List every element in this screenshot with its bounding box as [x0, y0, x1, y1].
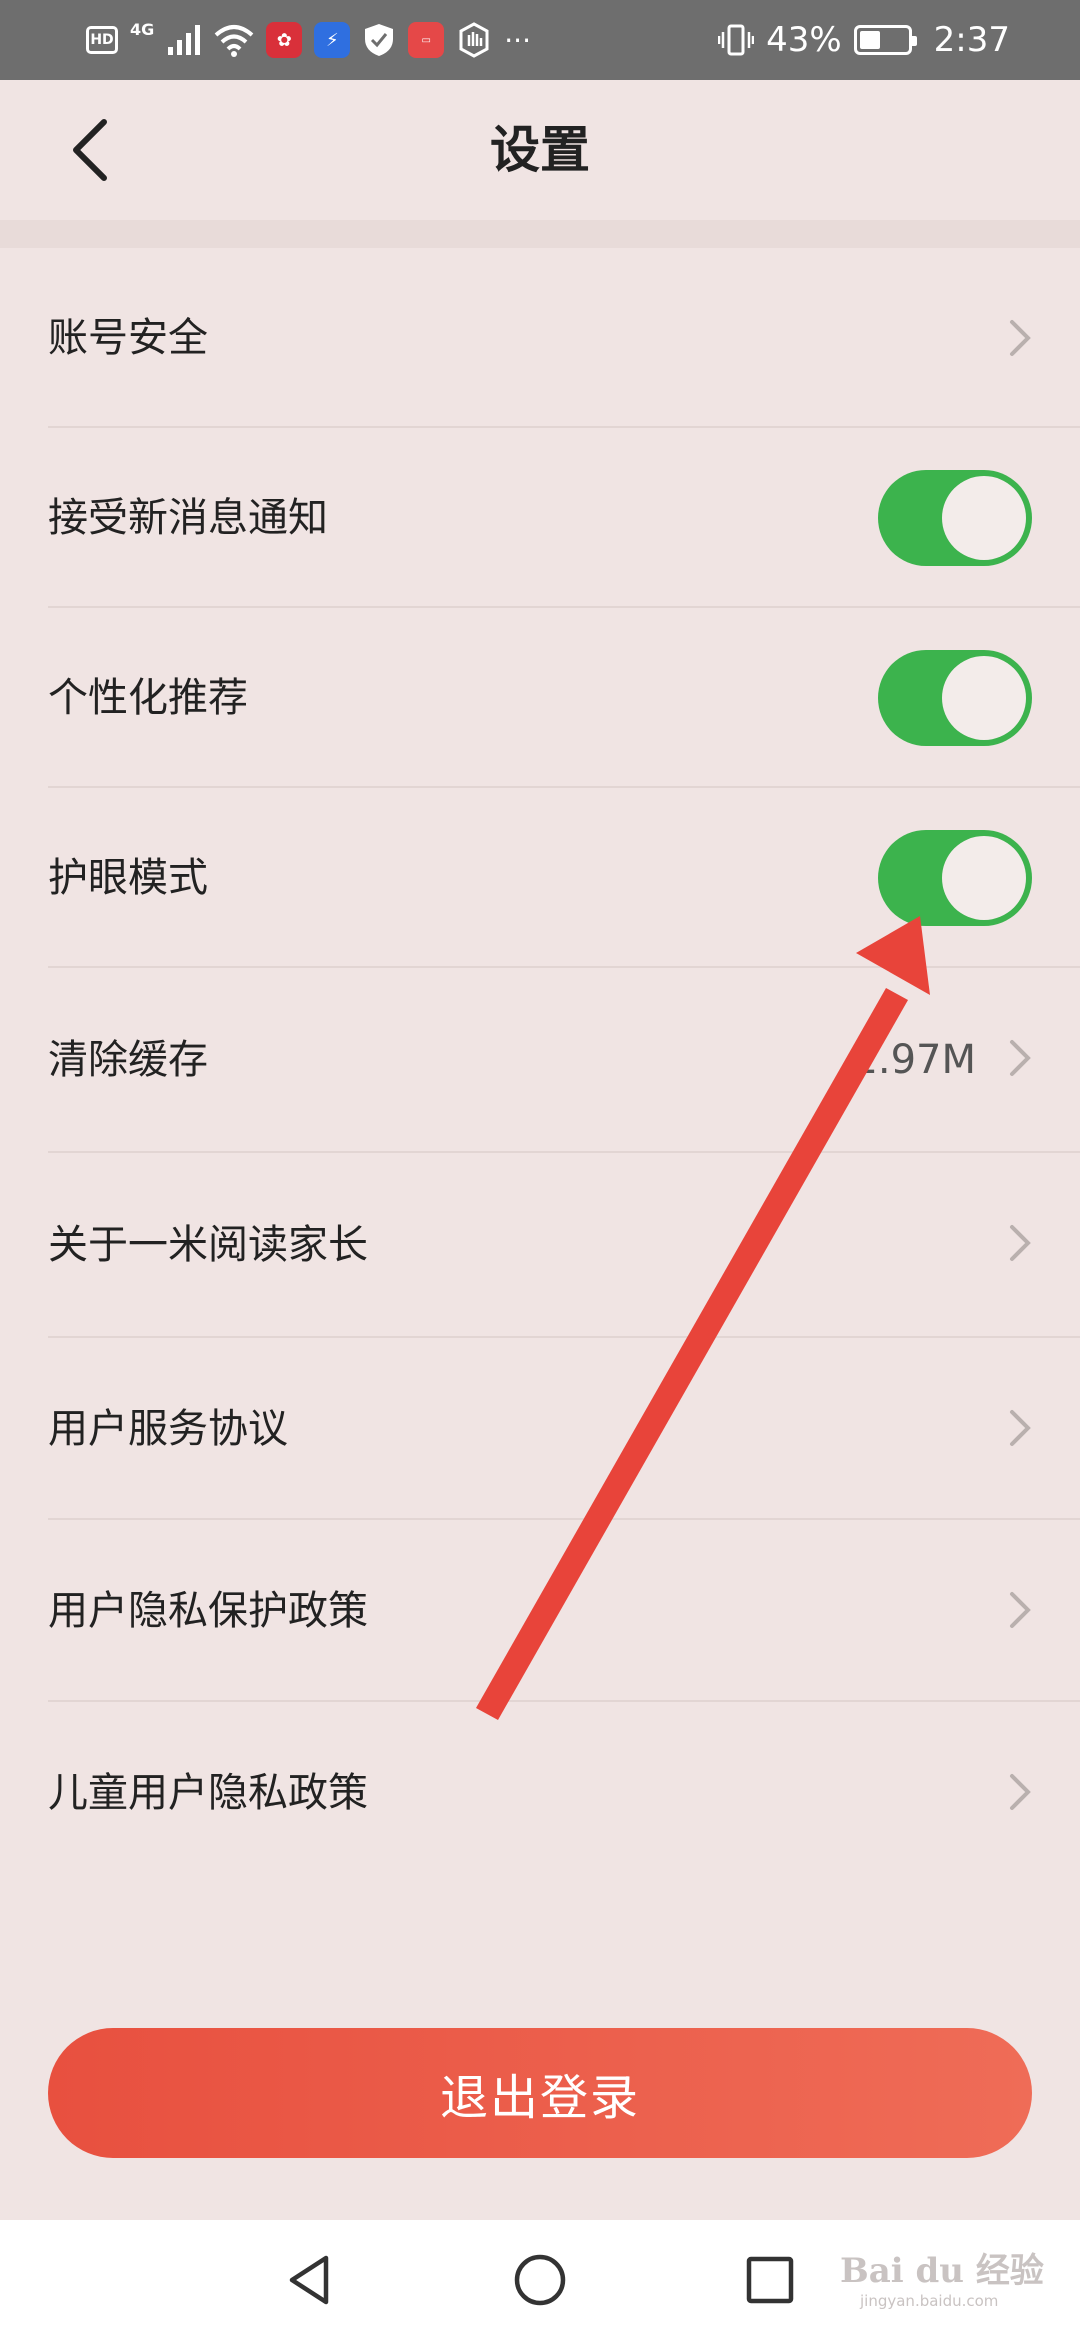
- app-notification-icon-blue: ⚡: [314, 22, 351, 58]
- battery-fill: [859, 31, 880, 49]
- network-type: 4G: [130, 20, 155, 39]
- battery-percent: 43%: [766, 20, 842, 60]
- page-title: 设置: [490, 121, 590, 179]
- settings-row-label: 用户服务协议: [48, 1406, 288, 1452]
- settings-row-label: 用户隐私保护政策: [48, 1588, 368, 1634]
- vibrate-icon: [718, 24, 755, 56]
- settings-list: 账号安全 接受新消息通知 个性化推荐 护眼模式 清除缓存 1.97M 关于一米阅…: [0, 248, 1080, 1884]
- more-notifications-icon: ···: [504, 23, 531, 57]
- chevron-right-icon: [1010, 320, 1031, 356]
- battery-tip: [911, 36, 917, 46]
- personalized-recommendations-toggle[interactable]: [878, 650, 1032, 746]
- back-triangle-icon[interactable]: [280, 2250, 340, 2310]
- cache-size-value: 1.97M: [852, 1037, 976, 1083]
- eye-protection-toggle[interactable]: [878, 830, 1032, 926]
- chevron-right-icon: [1010, 1774, 1031, 1810]
- status-left: HD 4G ✿ ⚡ ▭ ···: [86, 18, 531, 62]
- status-right: 43% 2:37: [718, 18, 1010, 62]
- settings-row-label: 护眼模式: [48, 855, 208, 901]
- settings-row-label: 儿童用户隐私政策: [48, 1770, 368, 1816]
- shield-icon: [365, 24, 394, 56]
- clock: 2:37: [933, 20, 1010, 60]
- settings-row-user-privacy-policy[interactable]: 用户隐私保护政策: [0, 1520, 1080, 1702]
- toggle-knob: [942, 656, 1026, 740]
- baidu-watermark: Bai du 经验 jingyan.baidu.com: [840, 2250, 1050, 2320]
- header-divider: [0, 220, 1080, 248]
- system-nav-bar: Bai du 经验 jingyan.baidu.com: [0, 2220, 1080, 2340]
- chevron-right-icon: [1010, 1410, 1031, 1446]
- watermark-text: Bai du 经验: [840, 2251, 1044, 2291]
- chevron-right-icon: [1010, 1592, 1031, 1628]
- status-bar: HD 4G ✿ ⚡ ▭ ··· 43% 2:37: [0, 0, 1080, 80]
- hand-icon: [459, 22, 489, 58]
- settings-row-label: 接受新消息通知: [48, 495, 328, 541]
- settings-row-about[interactable]: 关于一米阅读家长: [0, 1153, 1080, 1338]
- wifi-icon: [214, 25, 254, 57]
- settings-row-account-security[interactable]: 账号安全: [0, 248, 1080, 428]
- settings-row-label: 清除缓存: [48, 1037, 208, 1083]
- settings-row-personalized-recommendations: 个性化推荐: [0, 608, 1080, 788]
- recents-square-icon[interactable]: [740, 2250, 800, 2310]
- home-circle-icon[interactable]: [510, 2250, 570, 2310]
- settings-row-eye-protection: 护眼模式: [0, 788, 1080, 968]
- settings-row-label: 账号安全: [48, 315, 208, 361]
- chevron-right-icon: [1010, 1225, 1031, 1261]
- app-notification-icon-red: ✿: [266, 22, 303, 58]
- notifications-toggle[interactable]: [878, 470, 1032, 566]
- hd-badge: HD: [86, 26, 118, 54]
- chevron-right-icon: [1010, 1040, 1031, 1076]
- watermark-subtext: jingyan.baidu.com: [860, 2292, 999, 2310]
- app-notification-icon-store: ▭: [408, 22, 445, 58]
- settings-row-children-privacy-policy[interactable]: 儿童用户隐私政策: [0, 1702, 1080, 1884]
- screen: HD 4G ✿ ⚡ ▭ ··· 43% 2:37 设置 账号安全 接受新消息通知…: [0, 0, 1080, 2340]
- settings-row-user-service-agreement[interactable]: 用户服务协议: [0, 1338, 1080, 1520]
- settings-row-label: 关于一米阅读家长: [48, 1222, 368, 1268]
- toggle-knob: [942, 836, 1026, 920]
- battery-icon: [853, 25, 917, 55]
- settings-row-clear-cache[interactable]: 清除缓存 1.97M: [0, 968, 1080, 1153]
- toggle-knob: [942, 476, 1026, 560]
- settings-row-message-notifications: 接受新消息通知: [0, 428, 1080, 608]
- logout-button[interactable]: 退出登录: [48, 2028, 1032, 2158]
- signal-icon: [168, 25, 201, 55]
- settings-row-label: 个性化推荐: [48, 675, 248, 721]
- app-header: 设置: [0, 80, 1080, 220]
